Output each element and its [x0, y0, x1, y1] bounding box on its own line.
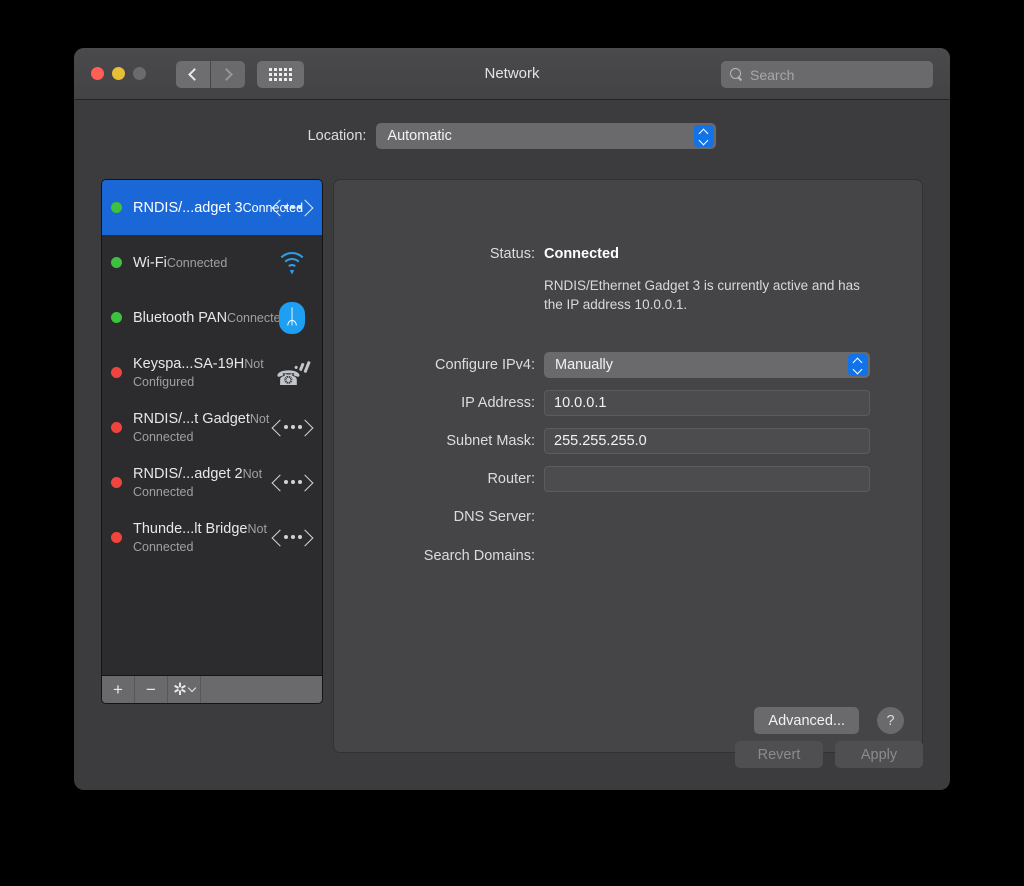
- chevron-down-icon: [187, 683, 197, 693]
- network-service-row[interactable]: RNDIS/...t GadgetNot Connected: [102, 400, 322, 455]
- ip-address-row: IP Address: 10.0.0.1: [342, 390, 930, 416]
- service-icon: [272, 244, 312, 282]
- network-service-row[interactable]: Keyspa...SA-19HNot Configured ☎: [102, 345, 322, 400]
- window-titlebar: Network Search: [74, 48, 950, 100]
- network-service-row[interactable]: Thunde...lt BridgeNot Connected: [102, 510, 322, 565]
- location-value: Automatic: [387, 128, 452, 144]
- service-text: RNDIS/...adget 2Not Connected: [133, 465, 272, 501]
- service-name: Thunde...lt Bridge: [133, 520, 248, 537]
- gear-icon: ✲: [172, 679, 188, 699]
- network-service-row[interactable]: Bluetooth PANConnected ᛦ: [102, 290, 322, 345]
- configure-ipv4-row: Configure IPv4: Manually: [342, 352, 930, 378]
- ethernet-icon: [273, 196, 311, 220]
- service-icon: [272, 464, 312, 502]
- status-row: Status: Connected: [342, 243, 619, 265]
- router-row: Router:: [342, 466, 930, 492]
- service-name: RNDIS/...adget 2: [133, 465, 243, 482]
- remove-service-button[interactable]: −: [135, 676, 168, 703]
- service-text: Bluetooth PANConnected: [133, 309, 288, 327]
- location-row: Location: Automatic: [74, 123, 950, 149]
- service-status-dot: [111, 202, 122, 213]
- service-text: Thunde...lt BridgeNot Connected: [133, 520, 272, 556]
- router-label: Router:: [487, 471, 535, 487]
- service-status: Connected: [166, 255, 228, 270]
- network-service-row[interactable]: Wi-FiConnected: [102, 235, 322, 290]
- service-text: Wi-FiConnected: [133, 254, 272, 272]
- network-services-sidebar: RNDIS/...adget 3Connected Wi-FiConnected B…: [101, 179, 323, 704]
- subnet-mask-label: Subnet Mask:: [446, 433, 535, 449]
- add-service-button[interactable]: +: [102, 676, 135, 703]
- service-text: RNDIS/...t GadgetNot Connected: [133, 410, 272, 446]
- service-name: RNDIS/...t Gadget: [133, 410, 250, 427]
- configure-ipv4-label: Configure IPv4:: [435, 357, 535, 373]
- location-label: Location:: [307, 128, 367, 144]
- service-name: Bluetooth PAN: [133, 309, 228, 326]
- ipv4-configuration-form: Configure IPv4: Manually IP Address: 10.…: [342, 352, 930, 582]
- service-status-dot: [111, 312, 122, 323]
- dns-server-row: DNS Server:: [342, 504, 930, 530]
- service-name: Keyspa...SA-19H: [133, 355, 245, 372]
- dns-server-label: DNS Server:: [453, 509, 535, 525]
- advanced-button[interactable]: Advanced...: [754, 707, 859, 734]
- location-stepper-icon: [694, 125, 715, 147]
- wifi-icon: [275, 251, 309, 275]
- service-status-dot: [111, 477, 122, 488]
- ethernet-icon: [273, 471, 311, 495]
- revert-button[interactable]: Revert: [735, 741, 823, 768]
- service-text: Keyspa...SA-19HNot Configured: [133, 355, 272, 391]
- ip-address-label: IP Address:: [461, 395, 535, 411]
- search-placeholder: Search: [750, 66, 795, 83]
- service-status-dot: [111, 532, 122, 543]
- ethernet-icon: [273, 416, 311, 440]
- service-name: Wi-Fi: [133, 254, 167, 271]
- router-field[interactable]: [544, 466, 870, 492]
- service-icon: ᛦ: [272, 299, 312, 337]
- status-value: Connected: [544, 246, 619, 262]
- subnet-mask-row: Subnet Mask: 255.255.255.0: [342, 428, 930, 454]
- footer-buttons: Revert Apply: [735, 741, 923, 768]
- search-domains-label: Search Domains:: [423, 548, 535, 564]
- service-icon: ☎: [272, 354, 312, 392]
- search-domains-row: Search Domains:: [342, 543, 930, 569]
- configure-ipv4-stepper-icon: [848, 354, 868, 376]
- service-status-dot: [111, 367, 122, 378]
- network-services-list[interactable]: RNDIS/...adget 3Connected Wi-FiConnected B…: [102, 180, 322, 675]
- apply-button[interactable]: Apply: [835, 741, 923, 768]
- subnet-mask-field[interactable]: 255.255.255.0: [544, 428, 870, 454]
- configure-ipv4-select[interactable]: Manually: [544, 352, 870, 378]
- network-service-row[interactable]: RNDIS/...adget 3Connected: [102, 180, 322, 235]
- bluetooth-icon: ᛦ: [279, 301, 305, 334]
- service-name: RNDIS/...adget 3: [133, 199, 243, 216]
- network-preferences-window: Network Search Location: Automatic RNDIS…: [74, 48, 950, 790]
- network-service-row[interactable]: RNDIS/...adget 2Not Connected: [102, 455, 322, 510]
- location-select[interactable]: Automatic: [376, 123, 717, 149]
- service-actions-button[interactable]: ✲: [168, 676, 201, 703]
- search-input[interactable]: Search: [721, 61, 933, 88]
- service-detail-pane: Status: Connected RNDIS/Ethernet Gadget …: [333, 179, 923, 753]
- service-text: RNDIS/...adget 3Connected: [133, 199, 303, 217]
- status-description: RNDIS/Ethernet Gadget 3 is currently act…: [544, 278, 860, 312]
- sidebar-toolbar: + − ✲: [102, 675, 322, 703]
- service-status-dot: [111, 257, 122, 268]
- service-icon: [272, 519, 312, 557]
- search-icon: [730, 68, 743, 81]
- configure-ipv4-value: Manually: [555, 357, 614, 373]
- help-button[interactable]: ?: [877, 707, 904, 734]
- service-icon: [272, 409, 312, 447]
- status-label: Status:: [489, 246, 535, 262]
- sidebar-toolbar-filler: [201, 676, 322, 703]
- ethernet-icon: [273, 526, 311, 550]
- service-icon: [272, 189, 312, 227]
- service-status-dot: [111, 422, 122, 433]
- ip-address-field[interactable]: 10.0.0.1: [544, 390, 870, 416]
- modem-icon: ☎: [275, 358, 310, 390]
